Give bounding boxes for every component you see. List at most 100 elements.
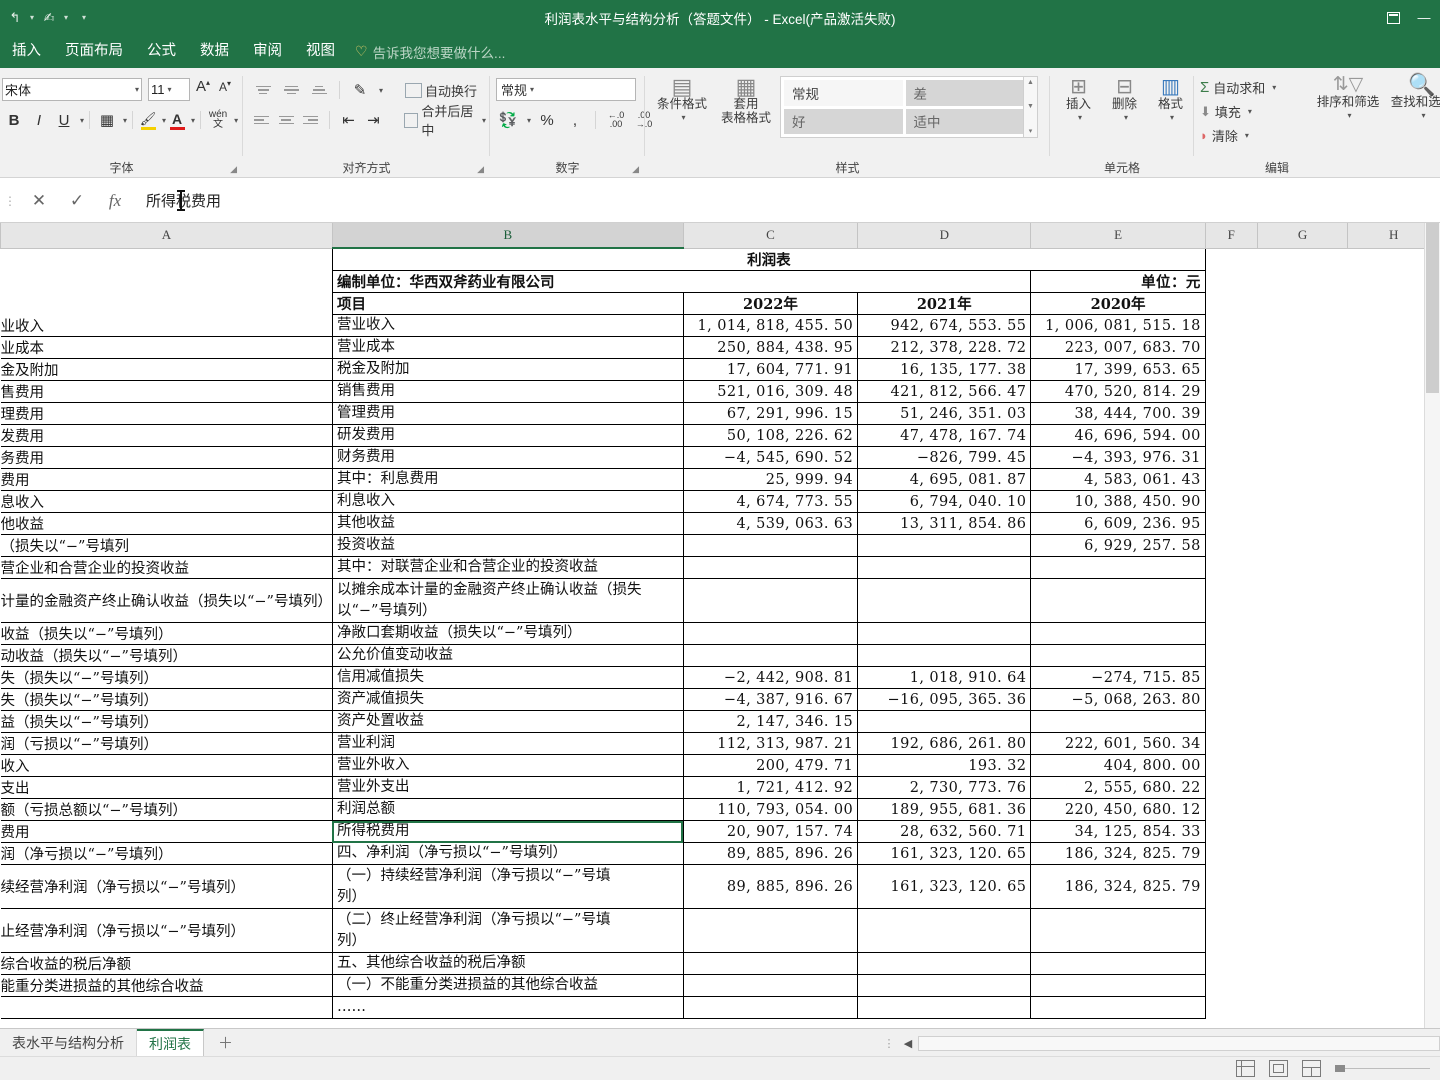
spreadsheet-grid[interactable]: A B C D E F G H 利润表 编制单位：华西双斧药业有限公司 单位：元 <box>0 223 1440 1028</box>
shrink-font-icon[interactable]: A▾ <box>219 79 231 94</box>
scroll-left-icon[interactable]: ◀ <box>898 1037 918 1050</box>
cell-column-d[interactable]: 6, 794, 040. 10 <box>857 490 1032 513</box>
insert-dropdown-icon[interactable]: ▾ <box>1075 111 1082 125</box>
table-row-header[interactable]: 项目 2022年 2021年 2020年 <box>0 292 1440 315</box>
cell-column-g[interactable] <box>1257 842 1348 865</box>
cell-column-e[interactable]: 186, 324, 825. 79 <box>1030 842 1206 865</box>
cell-column-c[interactable] <box>682 622 859 645</box>
cell-column-f[interactable] <box>1205 732 1258 755</box>
cell-column-b[interactable]: 投资收益 <box>331 534 684 557</box>
cell-f[interactable] <box>1205 292 1258 315</box>
table-row[interactable]: 务费用 财务费用 −4, 545, 690. 52 −826, 799. 45 −4, … <box>0 446 1440 469</box>
cell-column-d[interactable] <box>857 996 1032 1019</box>
tell-me-search[interactable]: ♡ 告诉我您想要做什么... <box>355 42 505 62</box>
table-row[interactable]: 计量的金融资产终止确认收益（损失以“−”号填列） 以摊余成本计量的金融资产终止确认… <box>0 578 1440 623</box>
cell-column-b[interactable]: 信用减值损失 <box>331 666 684 689</box>
clear-button[interactable]: ◗ 清除 ▾ <box>1200 124 1276 147</box>
cell-column-a[interactable]: 额（亏损总额以“−”号填列） <box>0 798 333 821</box>
cell-column-g[interactable] <box>1257 688 1348 711</box>
find-select-button[interactable]: 🔍 查找和选择 ▾ <box>1386 72 1440 123</box>
styles-more-icon[interactable]: ▾ <box>1029 127 1033 135</box>
add-sheet-icon[interactable]: ＋ <box>204 1029 247 1056</box>
decrease-indent-icon[interactable]: ⇤ <box>338 108 359 132</box>
wrap-text-button[interactable]: 自动换行 <box>401 78 481 102</box>
column-header-b[interactable]: B <box>331 223 684 249</box>
cell-column-c[interactable]: 1, 014, 818, 455. 50 <box>682 314 859 337</box>
cell-column-f[interactable] <box>1205 776 1258 799</box>
cell-column-g[interactable] <box>1257 754 1348 777</box>
cell-header-item[interactable]: 项目 <box>331 292 684 315</box>
cell-column-c[interactable]: 4, 674, 773. 55 <box>682 490 859 513</box>
page-break-view-icon[interactable] <box>1302 1060 1321 1077</box>
cell-column-e[interactable]: −274, 715. 85 <box>1030 666 1206 689</box>
cell-column-d[interactable] <box>857 534 1032 557</box>
delete-dropdown-icon[interactable]: ▾ <box>1121 111 1128 125</box>
cell-styles-gallery[interactable]: 常规 差 好 适中 <box>780 76 1028 138</box>
cell-column-a[interactable]: 理费用 <box>0 402 333 425</box>
cell-column-b[interactable]: 管理费用 <box>331 402 684 425</box>
cell-column-b[interactable]: 公允价值变动收益 <box>331 644 684 667</box>
cell-column-f[interactable] <box>1205 974 1258 997</box>
cell-column-d[interactable] <box>857 556 1032 579</box>
cell-column-c[interactable]: 89, 885, 896. 26 <box>682 842 859 865</box>
cell-column-g[interactable] <box>1257 446 1348 469</box>
align-top-icon[interactable] <box>251 79 275 101</box>
column-header-a[interactable]: A <box>0 223 333 249</box>
cell-column-e[interactable]: 17, 399, 653. 65 <box>1030 358 1206 381</box>
ribbon-tab-review[interactable]: 审阅 <box>241 35 294 68</box>
cell-column-e[interactable] <box>1030 578 1206 623</box>
table-row[interactable]: 润（净亏损以“−”号填列） 四、净利润（净亏损以“−”号填列） 89, 885, 8… <box>0 842 1440 865</box>
cell-column-a[interactable]: 续经营净利润（净亏损以“−”号填列） <box>0 864 333 909</box>
cell-column-e[interactable]: 6, 929, 257. 58 <box>1030 534 1206 557</box>
cell-header-2021[interactable]: 2021年 <box>857 292 1032 315</box>
cell-column-b[interactable]: 资产处置收益 <box>331 710 684 733</box>
number-format-select[interactable]: 常规 ▾ <box>496 78 636 101</box>
cell-column-b[interactable]: 四、净利润（净亏损以“−”号填列） <box>331 842 684 865</box>
autosum-dropdown-icon[interactable]: ▾ <box>1269 83 1276 92</box>
column-header-row[interactable]: A B C D E F G H <box>0 223 1440 249</box>
cell-column-g[interactable] <box>1257 336 1348 359</box>
cell-column-d[interactable] <box>857 578 1032 623</box>
comma-style-icon[interactable]: , <box>563 108 587 132</box>
font-name-input[interactable]: 宋体 ▾ <box>2 78 142 101</box>
cell-column-g[interactable] <box>1257 974 1348 997</box>
increase-indent-icon[interactable]: ⇥ <box>363 108 384 132</box>
cell-unit[interactable]: 单位：元 <box>1030 270 1206 293</box>
table-row[interactable]: 费用 所得税费用 20, 907, 157. 74 28, 632, 560. 71 3… <box>0 820 1440 843</box>
cell-column-d[interactable]: 161, 323, 120. 65 <box>857 864 1032 909</box>
sort-filter-dropdown-icon[interactable]: ▾ <box>1344 109 1351 123</box>
cell-column-b[interactable]: 其中：对联营企业和合营企业的投资收益 <box>331 556 684 579</box>
cell-column-e[interactable] <box>1030 622 1206 645</box>
sheet-table[interactable]: A B C D E F G H 利润表 编制单位：华西双斧药业有限公司 单位：元 <box>0 223 1440 1019</box>
cell-column-a[interactable]: 收入 <box>0 754 333 777</box>
cell-column-c[interactable]: −4, 545, 690. 52 <box>682 446 859 469</box>
column-header-c[interactable]: C <box>682 223 859 249</box>
scroll-down-icon[interactable]: ▼ <box>1027 103 1034 110</box>
accounting-format-icon[interactable]: 💱 <box>496 108 520 132</box>
cell-column-f[interactable] <box>1205 424 1258 447</box>
fill-color-icon[interactable]: 🖌 <box>138 108 158 132</box>
cell-column-g[interactable] <box>1257 644 1348 667</box>
cell-column-g[interactable] <box>1257 358 1348 381</box>
increase-decimal-icon[interactable]: ←.0.00 <box>604 108 628 132</box>
cell-column-g[interactable] <box>1257 732 1348 755</box>
cell-style-neutral[interactable]: 适中 <box>905 108 1024 134</box>
page-layout-view-icon[interactable] <box>1269 1060 1288 1077</box>
grow-font-icon[interactable]: A▴ <box>196 78 210 95</box>
cell-column-e[interactable]: 46, 696, 594. 00 <box>1030 424 1206 447</box>
insert-function-icon[interactable]: fx <box>96 187 134 215</box>
merge-center-button[interactable]: 合并后居中 ▾ <box>400 104 490 138</box>
delete-cells-button[interactable]: ⊟ 删除 ▾ <box>1102 74 1147 125</box>
cell-column-g[interactable] <box>1257 556 1348 579</box>
cell-a-title[interactable] <box>0 248 333 271</box>
data-rows[interactable]: 业收入 营业收入 1, 014, 818, 455. 50 942, 674, 553… <box>0 314 1440 1019</box>
cell-column-g[interactable] <box>1257 666 1348 689</box>
cell-column-b[interactable]: 利润总额 <box>331 798 684 821</box>
cell-column-g[interactable] <box>1257 380 1348 403</box>
restore-window-icon[interactable] <box>1387 11 1400 24</box>
cell-column-a[interactable]: 业成本 <box>0 336 333 359</box>
ribbon-tab-page-layout[interactable]: 页面布局 <box>53 35 135 68</box>
cell-column-a[interactable]: 止经营净利润（净亏损以“−”号填列） <box>0 908 333 953</box>
cell-column-b[interactable]: 营业利润 <box>331 732 684 755</box>
cell-column-e[interactable]: 4, 583, 061. 43 <box>1030 468 1206 491</box>
